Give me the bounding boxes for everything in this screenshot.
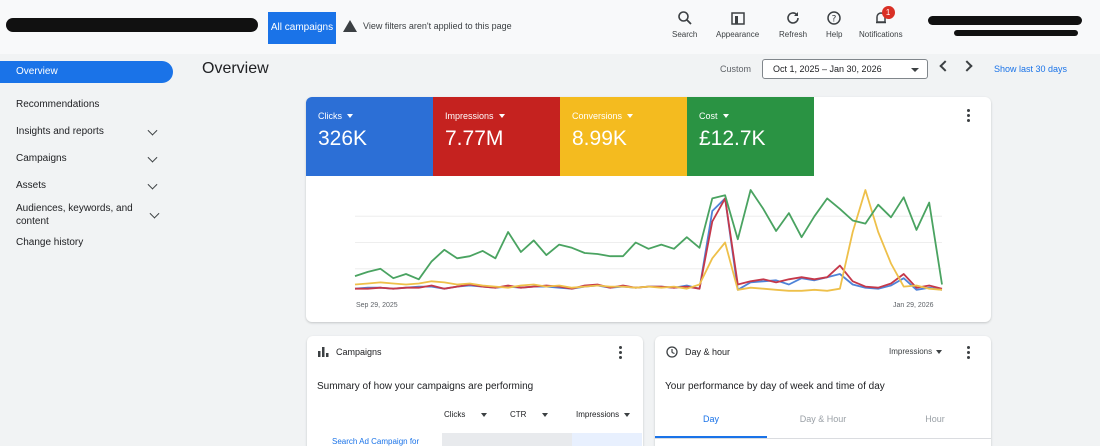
column-header-clicks[interactable]: Clicks [444, 410, 488, 419]
more-options-icon[interactable] [967, 346, 970, 361]
refresh-button[interactable]: Refresh [779, 10, 807, 39]
sidebar-item-overview[interactable]: Overview [0, 61, 173, 83]
filter-warning: View filters aren't applied to this page [343, 20, 512, 32]
appearance-icon [730, 12, 745, 25]
dropdown-caret-icon [627, 114, 634, 118]
sidebar-item-change-history[interactable]: Change history [0, 237, 180, 248]
page-title: Overview [202, 60, 269, 77]
dropdown-caret-icon [347, 114, 353, 118]
metric-value: 8.99K [572, 127, 627, 150]
more-options-icon[interactable] [967, 109, 970, 124]
filter-warning-text: View filters aren't applied to this page [363, 21, 512, 31]
day-hour-card-description: Your performance by day of week and time… [665, 381, 885, 392]
dropdown-caret-icon [498, 114, 505, 118]
refresh-icon [787, 12, 799, 24]
search-icon [677, 11, 692, 25]
chevron-down-icon [149, 208, 160, 219]
campaigns-card-description: Summary of how your campaigns are perfor… [317, 381, 534, 392]
date-range-select[interactable]: Oct 1, 2025 – Jan 30, 2026 [762, 59, 928, 79]
table-row-shade [442, 433, 572, 446]
redacted-account-name [6, 18, 258, 32]
metric-value: 7.77M [445, 127, 504, 150]
series-line-conversions [354, 189, 943, 292]
chevron-down-icon [147, 125, 158, 136]
impressions-metric-select[interactable]: Impressions [889, 347, 943, 356]
series-line-cost [354, 189, 943, 285]
sidebar-item-insights-and-reports[interactable]: Insights and reports [0, 125, 180, 137]
dropdown-caret-icon [911, 68, 919, 72]
clock-icon [666, 346, 678, 358]
sort-caret-icon [481, 412, 488, 417]
help-button[interactable]: ? Help [826, 10, 842, 39]
svg-text:?: ? [832, 15, 837, 25]
metric-tile-cost[interactable]: Cost £12.7K [687, 97, 814, 176]
tab-divider [655, 438, 991, 439]
x-axis-start-label: Sep 29, 2025 [356, 302, 398, 309]
dropdown-caret-icon [936, 349, 943, 354]
dropdown-caret-icon [722, 114, 729, 118]
campaigns-card-title: Campaigns [336, 347, 382, 357]
table-row-campaign-link[interactable]: Search Ad Campaign for [332, 437, 419, 446]
metric-tile-conversions[interactable]: Conversions 8.99K [560, 97, 687, 176]
all-campaigns-button[interactable]: All campaigns [268, 12, 336, 44]
appearance-button[interactable]: Appearance [716, 10, 759, 39]
sort-caret-icon [624, 412, 631, 417]
more-options-icon[interactable] [619, 346, 622, 361]
notifications-button[interactable]: 1 Notifications [859, 6, 903, 39]
tab-day[interactable]: Day [655, 414, 767, 424]
notification-badge: 1 [881, 6, 895, 19]
redacted-user-name [928, 16, 1082, 25]
top-bar: All campaigns View filters aren't applie… [0, 0, 1100, 54]
series-line-impressions [355, 197, 943, 290]
tab-day-and-hour[interactable]: Day & Hour [767, 414, 879, 424]
metric-value: £12.7K [699, 127, 766, 150]
chevron-down-icon [147, 179, 158, 190]
previous-period-icon[interactable] [939, 60, 951, 72]
next-period-icon[interactable] [961, 60, 973, 72]
series-line-clicks [354, 197, 943, 291]
sidebar-item-assets[interactable]: Assets [0, 179, 180, 191]
column-header-impressions[interactable]: Impressions [576, 410, 631, 419]
performance-line-chart [354, 189, 943, 292]
metric-value: 326K [318, 127, 368, 150]
redacted-user-email [954, 30, 1078, 36]
chevron-down-icon [147, 152, 158, 163]
sidebar-item-campaigns[interactable]: Campaigns [0, 152, 180, 164]
tab-hour[interactable]: Hour [879, 414, 991, 424]
x-axis-end-label: Jan 29, 2026 [893, 302, 934, 309]
sort-caret-icon [542, 412, 549, 417]
custom-label: Custom [720, 64, 752, 74]
warning-icon [343, 20, 357, 32]
sidebar-item-audiences[interactable]: Audiences, keywords, and content [0, 202, 160, 228]
table-row-highlight [572, 433, 642, 446]
column-header-ctr[interactable]: CTR [510, 410, 549, 419]
metric-tile-clicks[interactable]: Clicks 326K [306, 97, 433, 176]
bar-chart-icon [318, 347, 329, 357]
sidebar-item-recommendations[interactable]: Recommendations [0, 99, 180, 110]
help-icon: ? [827, 11, 841, 25]
day-hour-card-title: Day & hour [685, 347, 731, 357]
show-last-30-days-link[interactable]: Show last 30 days [994, 64, 1067, 74]
search-button[interactable]: Search [672, 10, 697, 39]
sidebar: Overview Recommendations Insights and re… [0, 56, 180, 248]
metric-tile-impressions[interactable]: Impressions 7.77M [433, 97, 560, 176]
